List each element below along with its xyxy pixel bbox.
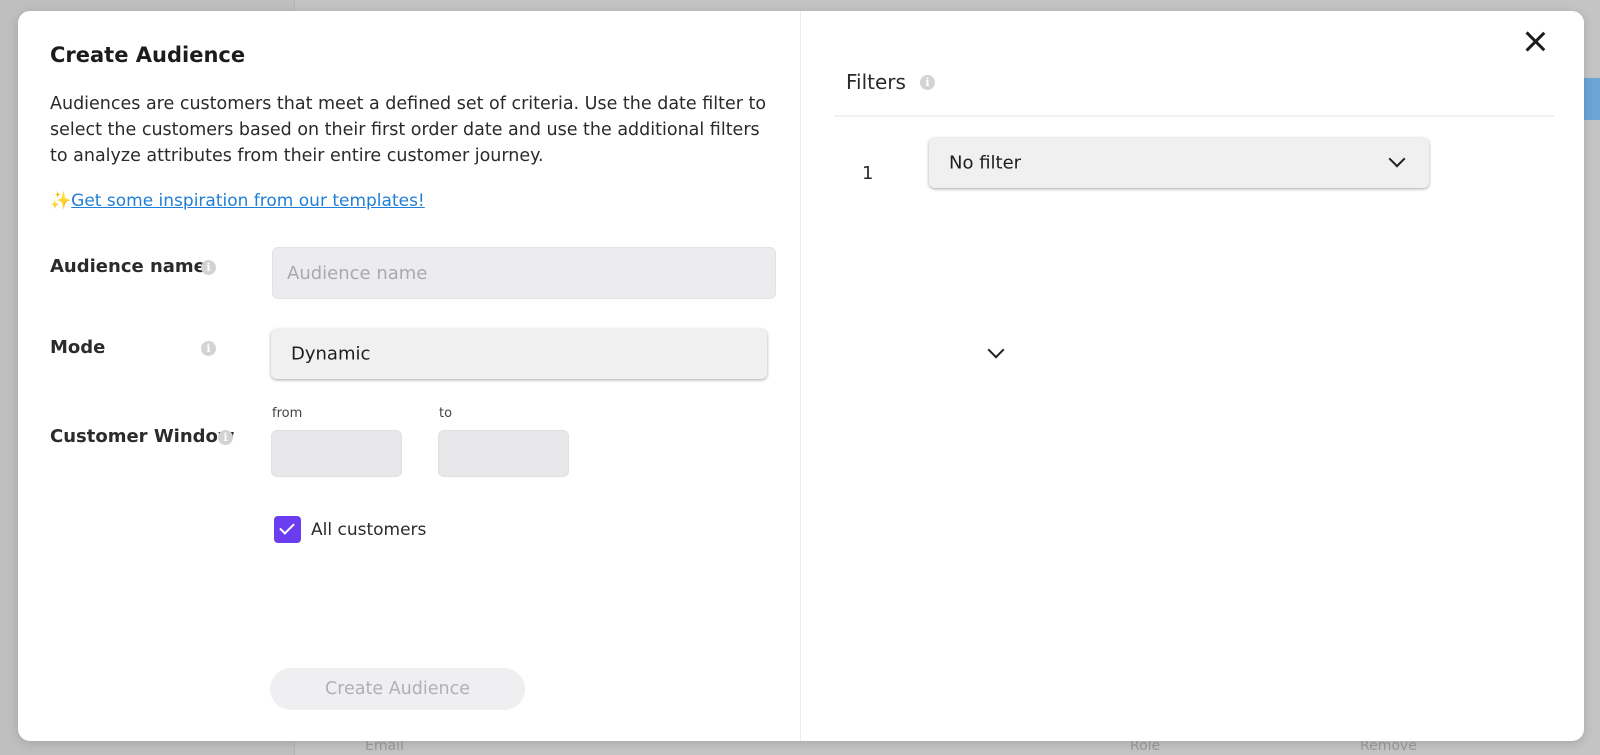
filter-select[interactable]: No filter <box>929 138 1429 188</box>
all-customers-checkbox[interactable] <box>274 516 301 543</box>
templates-link[interactable]: Get some inspiration from our templates! <box>71 191 425 211</box>
from-date-input[interactable] <box>271 430 402 477</box>
info-icon[interactable]: i <box>218 430 233 445</box>
inspiration-row: ✨Get some inspiration from our templates… <box>50 191 425 211</box>
mode-select[interactable]: Dynamic <box>271 329 1005 379</box>
filters-divider <box>834 115 1554 117</box>
to-label: to <box>439 406 453 421</box>
modal-description: Audiences are customers that meet a defi… <box>50 94 767 166</box>
filter-row-number: 1 <box>862 163 874 184</box>
all-customers-label: All customers <box>311 520 427 540</box>
audience-name-label: Audience name <box>50 256 206 277</box>
create-audience-button[interactable]: Create Audience <box>270 668 525 710</box>
check-icon <box>279 519 295 535</box>
info-icon[interactable]: i <box>201 260 216 275</box>
info-icon[interactable]: i <box>920 75 935 90</box>
audience-form-panel: Create Audience Audiences are customers … <box>18 11 1005 741</box>
create-audience-modal: Create Audience Audiences are customers … <box>18 11 1584 741</box>
info-icon[interactable]: i <box>201 341 216 356</box>
filters-title: Filters <box>846 70 906 94</box>
mode-label: Mode <box>50 337 106 358</box>
filters-panel: Filters i 1 No filter <box>802 11 1584 741</box>
audience-name-input[interactable] <box>272 247 776 299</box>
from-label: from <box>272 406 303 421</box>
to-date-input[interactable] <box>438 430 569 477</box>
mode-selected-value: Dynamic <box>291 343 371 365</box>
customer-window-label: Customer Window <box>50 426 235 447</box>
sparkles-icon: ✨ <box>50 191 72 211</box>
filter-selected-value: No filter <box>949 152 1022 174</box>
close-icon[interactable] <box>1520 26 1550 56</box>
modal-title: Create Audience <box>50 43 246 67</box>
chevron-down-icon <box>1388 150 1406 168</box>
